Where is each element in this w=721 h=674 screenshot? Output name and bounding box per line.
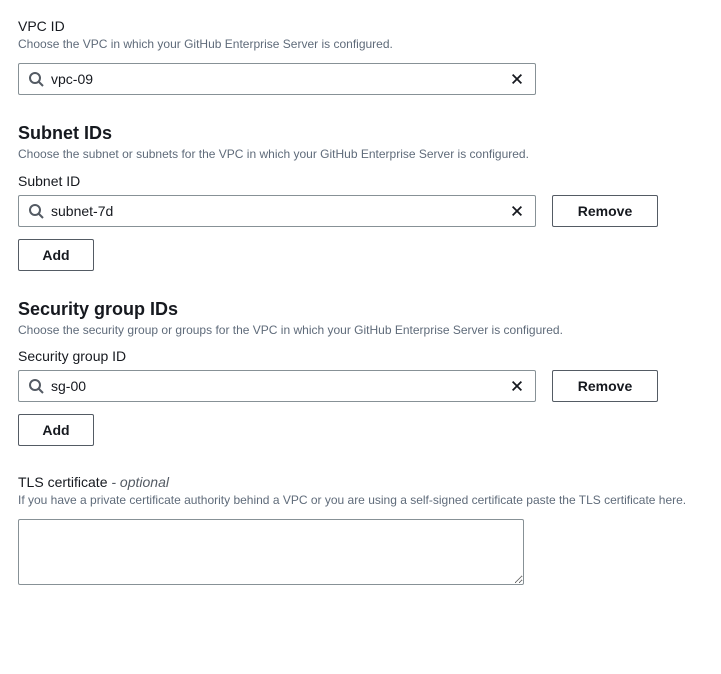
subnet-id-label: Subnet ID — [18, 173, 703, 189]
security-group-heading: Security group IDs — [18, 299, 703, 320]
tls-label: TLS certificate — [18, 474, 107, 490]
remove-security-group-button[interactable]: Remove — [552, 370, 658, 402]
tls-hint: If you have a private certificate author… — [18, 492, 703, 509]
vpc-id-label: VPC ID — [18, 18, 703, 34]
security-group-hint: Choose the security group or groups for … — [18, 322, 703, 339]
add-subnet-row: Add — [18, 239, 703, 271]
vpc-id-input[interactable] — [18, 63, 536, 95]
security-group-section: Security group IDs Choose the security g… — [18, 299, 703, 447]
clear-icon[interactable] — [506, 200, 528, 222]
security-group-id-label: Security group ID — [18, 348, 703, 364]
tls-section: TLS certificate - optional If you have a… — [18, 474, 703, 588]
subnet-id-search-wrap — [18, 195, 536, 227]
tls-label-row: TLS certificate - optional — [18, 474, 703, 490]
subnet-hint: Choose the subnet or subnets for the VPC… — [18, 146, 703, 163]
subnet-id-row: Remove — [18, 195, 703, 227]
add-security-group-row: Add — [18, 414, 703, 446]
vpc-section: VPC ID Choose the VPC in which your GitH… — [18, 18, 703, 95]
subnet-section: Subnet IDs Choose the subnet or subnets … — [18, 123, 703, 271]
clear-icon[interactable] — [506, 68, 528, 90]
subnet-heading: Subnet IDs — [18, 123, 703, 144]
add-subnet-button[interactable]: Add — [18, 239, 94, 271]
add-security-group-button[interactable]: Add — [18, 414, 94, 446]
tls-optional: - optional — [107, 474, 168, 490]
clear-icon[interactable] — [506, 375, 528, 397]
vpc-id-row — [18, 63, 703, 95]
tls-certificate-textarea[interactable] — [18, 519, 524, 585]
subnet-id-input[interactable] — [18, 195, 536, 227]
vpc-id-hint: Choose the VPC in which your GitHub Ente… — [18, 36, 703, 53]
security-group-id-row: Remove — [18, 370, 703, 402]
security-group-id-search-wrap — [18, 370, 536, 402]
vpc-id-search-wrap — [18, 63, 536, 95]
remove-subnet-button[interactable]: Remove — [552, 195, 658, 227]
security-group-id-input[interactable] — [18, 370, 536, 402]
